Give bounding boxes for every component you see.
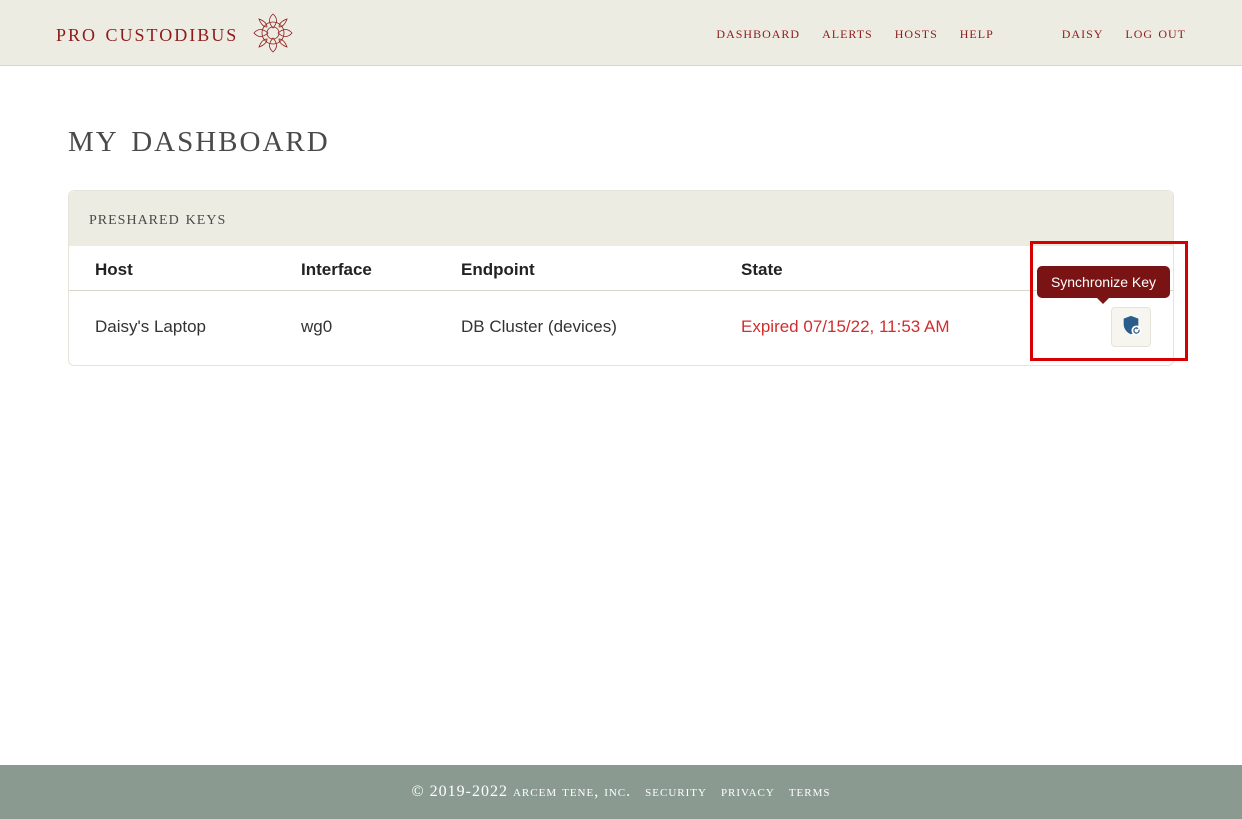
col-header-state: State (729, 246, 1083, 291)
col-header-interface: Interface (289, 246, 449, 291)
footer-privacy[interactable]: privacy (721, 783, 775, 801)
synchronize-key-button[interactable]: Synchronize Key (1111, 307, 1151, 347)
nav-user[interactable]: daisy (1062, 23, 1104, 43)
col-header-endpoint: Endpoint (449, 246, 729, 291)
footer-security[interactable]: security (645, 783, 707, 801)
panel-header: preshared keys (69, 191, 1173, 246)
brand[interactable]: pro custodibus (56, 10, 296, 56)
cell-host: Daisy's Laptop (69, 291, 289, 366)
footer-terms[interactable]: terms (789, 783, 831, 801)
footer: © 2019-2022 arcem tene, inc. security pr… (0, 765, 1242, 819)
nav-alerts[interactable]: alerts (822, 23, 873, 43)
table-row: Daisy's Laptop wg0 DB Cluster (devices) … (69, 291, 1173, 366)
nav-dashboard[interactable]: dashboard (716, 23, 800, 43)
col-header-host: Host (69, 246, 289, 291)
panel-title: preshared keys (89, 207, 1153, 230)
brand-logo-icon (250, 10, 296, 56)
nav-hosts[interactable]: hosts (895, 23, 938, 43)
shield-sync-icon (1120, 314, 1142, 341)
preshared-keys-table: Host Interface Endpoint State Daisy's La… (69, 246, 1173, 365)
topbar: pro custodibus dashboard alerts (0, 0, 1242, 66)
cell-endpoint: DB Cluster (devices) (449, 291, 729, 366)
nav-help[interactable]: help (960, 23, 994, 43)
main-content: my dashboard preshared keys Host Interfa… (0, 66, 1242, 765)
footer-copyright: © 2019-2022 arcem tene, inc. (412, 783, 632, 801)
nav-logout[interactable]: log out (1125, 23, 1186, 43)
preshared-keys-panel: preshared keys Host Interface Endpoint S… (68, 190, 1174, 366)
cell-state: Expired 07/15/22, 11:53 AM (729, 291, 1083, 366)
brand-name: pro custodibus (56, 18, 238, 48)
cell-interface: wg0 (289, 291, 449, 366)
page-title: my dashboard (68, 114, 1174, 162)
tooltip-synchronize-key: Synchronize Key (1037, 266, 1170, 298)
nav-links: dashboard alerts hosts help daisy log ou… (716, 23, 1186, 43)
